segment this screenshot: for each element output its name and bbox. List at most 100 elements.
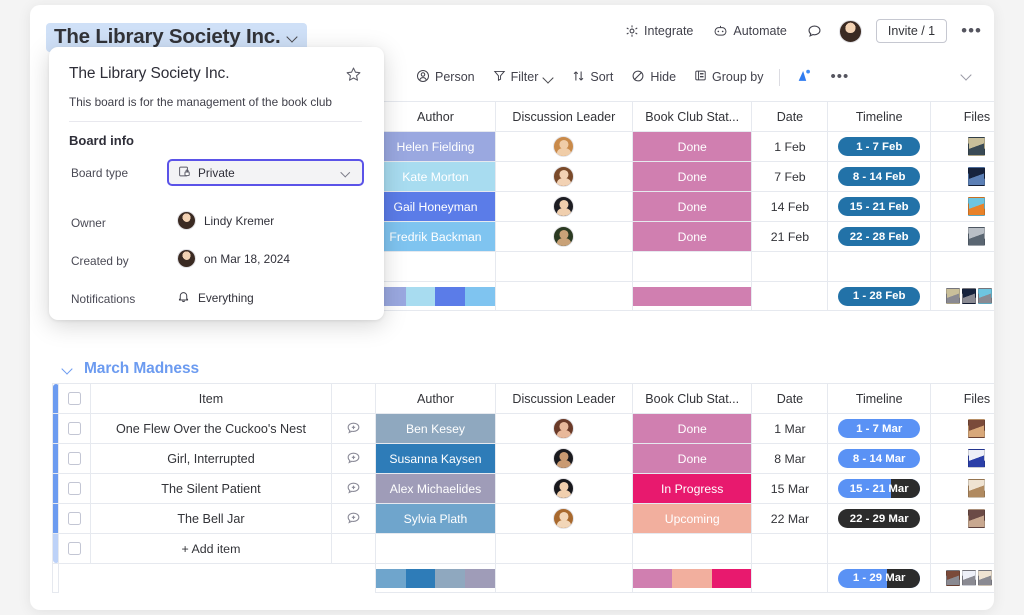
date-cell[interactable]: 21 Feb [752,222,828,252]
toolbar-filter[interactable]: Filter [491,66,557,88]
file-thumbnail[interactable] [968,449,985,468]
summary-timeline-pill[interactable]: 1 - 29 Mar [838,569,920,588]
toolbar-hide[interactable]: Hide [629,66,678,89]
chevron-down-icon[interactable] [62,363,75,376]
date-cell[interactable]: 8 Mar [752,444,828,474]
toolbar-person[interactable]: Person [414,66,477,89]
user-avatar[interactable] [839,20,862,43]
date-cell[interactable]: 1 Feb [752,132,828,162]
row-checkbox-cell[interactable] [59,474,91,504]
table-row[interactable]: Girl, InterruptedSusanna KaysenDone8 Mar… [53,444,995,474]
file-thumbnail[interactable] [968,419,985,438]
row-checkbox-cell[interactable] [59,444,91,474]
file-thumbnail[interactable] [968,509,985,528]
author-cell[interactable]: Ben Kesey [376,414,495,444]
status-cell[interactable]: Done [633,192,752,222]
item-name-cell[interactable]: The Silent Patient [91,474,332,504]
timeline-cell[interactable]: 8 - 14 Mar [828,444,930,474]
status-cell[interactable]: Done [633,132,752,162]
row-checkbox[interactable] [68,482,81,495]
timeline-pill[interactable]: 8 - 14 Feb [838,167,920,186]
table-row[interactable]: One Flew Over the Cuckoo's NestBen Kesey… [53,414,995,444]
file-thumbnail[interactable] [968,197,985,216]
discussion-leader-cell[interactable] [495,132,632,162]
date-cell[interactable]: 15 Mar [752,474,828,504]
timeline-cell[interactable]: 22 - 28 Feb [828,222,930,252]
status-cell[interactable]: Done [633,444,752,474]
files-cell[interactable] [930,132,994,162]
add-update-icon[interactable] [332,481,375,496]
column-header-status[interactable]: Book Club Stat... [633,102,752,132]
discussion-leader-cell[interactable] [495,162,632,192]
discussion-leader-cell[interactable] [495,504,632,534]
date-cell[interactable]: 7 Feb [752,162,828,192]
table-row[interactable]: The Bell JarSylvia PlathUpcoming22 Mar22… [53,504,995,534]
column-header-author[interactable]: Author [376,102,495,132]
select-all-checkbox-cell[interactable] [59,384,91,414]
timeline-pill[interactable]: 1 - 7 Feb [838,137,920,156]
file-thumbnail[interactable] [968,137,985,156]
file-thumbnail[interactable] [978,570,992,586]
file-thumbnail[interactable] [946,288,960,304]
discussion-leader-cell[interactable] [495,414,632,444]
table-row[interactable]: The Silent PatientAlex MichaelidesIn Pro… [53,474,995,504]
status-cell[interactable]: Done [633,414,752,444]
file-thumbnail[interactable] [962,570,976,586]
timeline-pill[interactable]: 15 - 21 Mar [838,479,920,498]
column-header-files[interactable]: Files [930,102,994,132]
files-cell[interactable] [930,474,994,504]
monday-app-icon-button[interactable] [794,65,814,89]
column-header-timeline[interactable]: Timeline [828,384,930,414]
toolbar-sort[interactable]: Sort [570,66,615,89]
date-cell[interactable]: 14 Feb [752,192,828,222]
files-cell[interactable] [930,162,994,192]
discussion-leader-cell[interactable] [495,192,632,222]
status-cell[interactable]: Done [633,222,752,252]
timeline-pill[interactable]: 15 - 21 Feb [838,197,920,216]
column-header-date[interactable]: Date [752,102,828,132]
file-thumbnail[interactable] [978,288,992,304]
column-header-discussion-leader[interactable]: Discussion Leader [495,102,632,132]
star-outline-icon[interactable] [345,66,362,88]
author-cell[interactable]: Helen Fielding [376,132,495,162]
author-cell[interactable]: Gail Honeyman [376,192,495,222]
row-checkbox-cell[interactable] [59,504,91,534]
automate-button[interactable]: Automate [710,21,790,41]
add-update-icon[interactable] [332,451,375,466]
integrate-button[interactable]: Integrate [622,21,696,41]
add-item-row[interactable]: + Add item [53,534,995,564]
file-thumbnail[interactable] [968,167,985,186]
board-type-select[interactable]: Private [167,159,364,186]
row-checkbox-cell[interactable] [59,414,91,444]
row-checkbox[interactable] [68,422,81,435]
row-checkbox[interactable] [68,512,81,525]
author-cell[interactable]: Kate Morton [376,162,495,192]
files-cell[interactable] [930,504,994,534]
row-checkbox[interactable] [68,452,81,465]
toolbar-group-by[interactable]: Group by [692,66,765,88]
item-name-cell[interactable]: Girl, Interrupted [91,444,332,474]
files-cell[interactable] [930,414,994,444]
column-header-author[interactable]: Author [376,384,495,414]
column-header-status[interactable]: Book Club Stat... [633,384,752,414]
timeline-pill[interactable]: 22 - 28 Feb [838,227,920,246]
file-thumbnail[interactable] [968,227,985,246]
discussion-leader-cell[interactable] [495,444,632,474]
column-header-discussion-leader[interactable]: Discussion Leader [495,384,632,414]
chat-button[interactable] [804,21,825,42]
column-header-timeline[interactable]: Timeline [828,102,930,132]
item-chat-cell[interactable] [331,504,375,534]
column-header-item[interactable]: Item [91,384,332,414]
item-chat-cell[interactable] [331,414,375,444]
group-title-march-madness[interactable]: March Madness [30,355,994,383]
discussion-leader-cell[interactable] [495,222,632,252]
column-header-date[interactable]: Date [752,384,828,414]
file-thumbnail[interactable] [968,479,985,498]
timeline-cell[interactable]: 1 - 7 Mar [828,414,930,444]
timeline-cell[interactable]: 1 - 7 Feb [828,132,930,162]
author-cell[interactable]: Sylvia Plath [376,504,495,534]
timeline-cell[interactable]: 15 - 21 Feb [828,192,930,222]
timeline-pill[interactable]: 22 - 29 Mar [838,509,920,528]
item-chat-cell[interactable] [331,474,375,504]
discussion-leader-cell[interactable] [495,474,632,504]
